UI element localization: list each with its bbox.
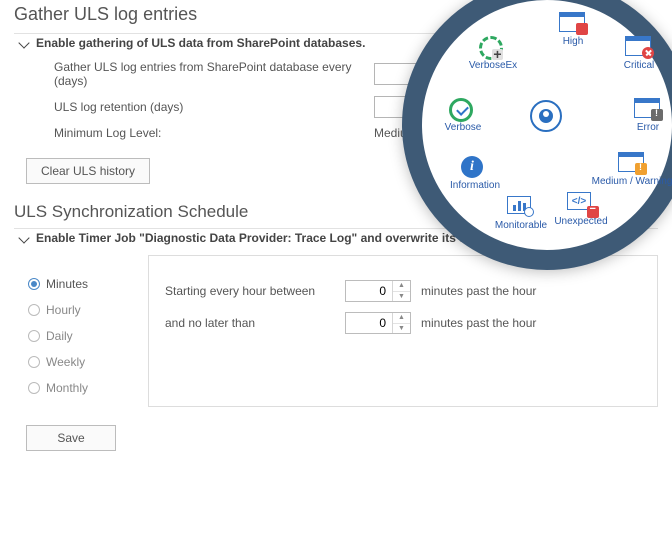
radio-hourly[interactable]: Hourly: [28, 303, 148, 317]
level-unexpected[interactable]: </> Unexpected: [550, 192, 612, 227]
radio-weekly[interactable]: Weekly: [28, 355, 148, 369]
level-verbose[interactable]: Verbose: [432, 98, 494, 133]
radio-icon: [28, 356, 40, 368]
step-up-icon[interactable]: ▲: [393, 281, 410, 292]
save-button[interactable]: Save: [26, 425, 116, 451]
schedule-frequency-radios: Minutes Hourly Daily Weekly Monthly: [28, 255, 148, 407]
radio-daily[interactable]: Daily: [28, 329, 148, 343]
label-after: minutes past the hour: [421, 316, 536, 330]
radio-minutes[interactable]: Minutes: [28, 277, 148, 291]
clear-uls-history-button[interactable]: Clear ULS history: [26, 158, 150, 184]
level-critical[interactable]: Critical: [608, 36, 670, 71]
level-label: High: [542, 36, 604, 47]
label-no-later: and no later than: [165, 316, 335, 330]
stepper-end-minutes[interactable]: ▲▼: [345, 312, 411, 334]
radio-label: Daily: [46, 329, 73, 343]
radio-monthly[interactable]: Monthly: [28, 381, 148, 395]
level-label: Verbose: [432, 122, 494, 133]
bubble-center-icon: [530, 100, 592, 132]
radio-icon: [28, 278, 40, 290]
level-label: Unexpected: [550, 216, 612, 227]
input-start-minutes[interactable]: [346, 281, 392, 301]
step-down-icon[interactable]: ▼: [393, 292, 410, 302]
level-verboseex[interactable]: VerboseEx: [462, 36, 524, 71]
step-down-icon[interactable]: ▼: [393, 324, 410, 334]
radio-label: Minutes: [46, 277, 88, 291]
label-gather-days: Gather ULS log entries from SharePoint d…: [54, 60, 374, 88]
toggle-label: Enable gathering of ULS data from ShareP…: [36, 36, 365, 50]
level-information[interactable]: i Information: [444, 156, 506, 191]
input-end-minutes[interactable]: [346, 313, 392, 333]
schedule-panel: Starting every hour between ▲▼ minutes p…: [148, 255, 658, 407]
label-start-between: Starting every hour between: [165, 284, 335, 298]
level-label: Critical: [608, 60, 670, 71]
radio-label: Monthly: [46, 381, 88, 395]
label-retention-days: ULS log retention (days): [54, 100, 374, 114]
step-up-icon[interactable]: ▲: [393, 313, 410, 324]
level-error[interactable]: Error: [617, 98, 672, 133]
radio-label: Hourly: [46, 303, 81, 317]
radio-label: Weekly: [46, 355, 85, 369]
level-monitorable[interactable]: Monitorable: [490, 196, 552, 231]
level-label: Monitorable: [490, 220, 552, 231]
log-level-bubble: High Critical VerboseEx Verbose Error i …: [402, 0, 672, 270]
chevron-down-icon: [20, 234, 30, 244]
level-medium-warning[interactable]: Medium / Warning: [590, 152, 672, 187]
level-label: Error: [617, 122, 672, 133]
radio-icon: [28, 304, 40, 316]
level-label: Medium / Warning: [590, 176, 672, 187]
radio-icon: [28, 382, 40, 394]
label-min-log-level: Minimum Log Level:: [54, 126, 374, 140]
radio-icon: [28, 330, 40, 342]
stepper-start-minutes[interactable]: ▲▼: [345, 280, 411, 302]
chevron-down-icon: [20, 39, 30, 49]
level-high[interactable]: High: [542, 12, 604, 47]
label-after: minutes past the hour: [421, 284, 536, 298]
level-label: Information: [444, 180, 506, 191]
